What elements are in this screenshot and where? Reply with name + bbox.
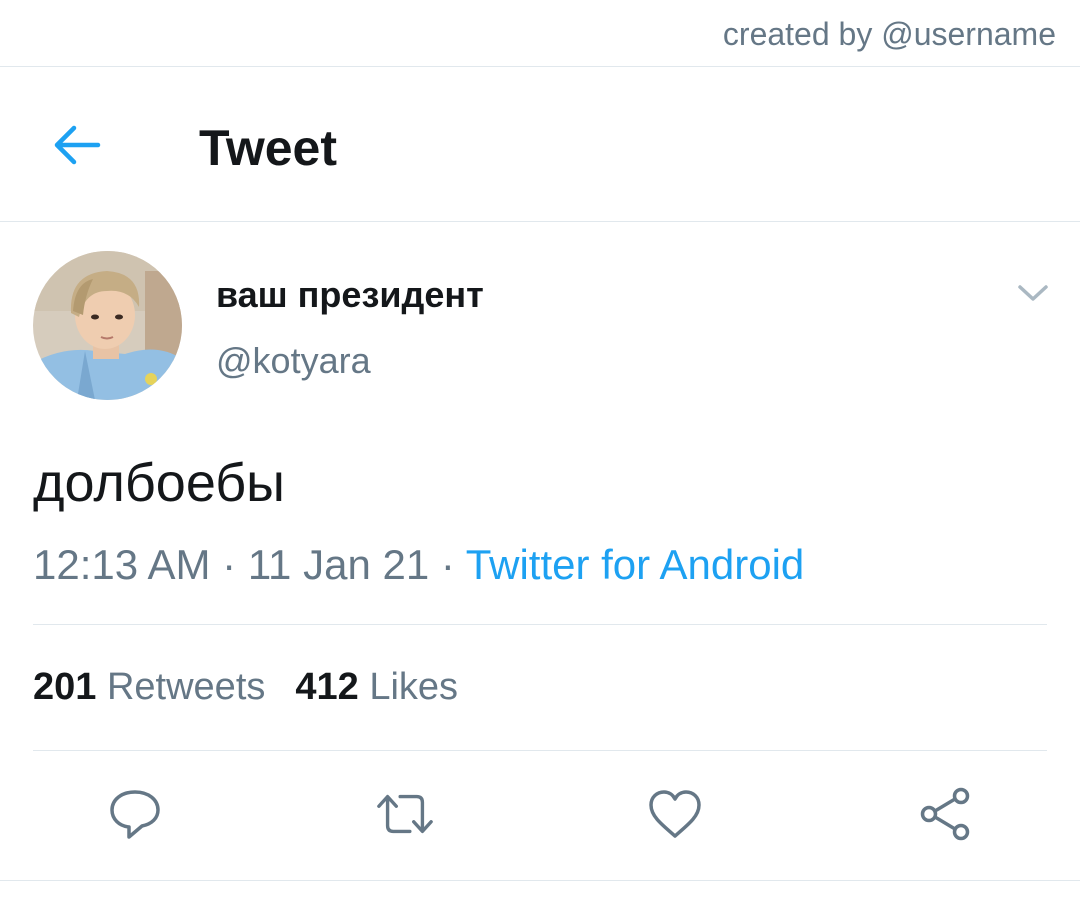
avatar[interactable] [33, 251, 182, 400]
meta-separator: · [440, 541, 455, 588]
tweet-text: долбоебы [33, 453, 285, 513]
display-name[interactable]: ваш президент [216, 274, 484, 316]
divider [0, 880, 1080, 881]
arrow-left-icon [54, 125, 101, 165]
chevron-down-icon [1018, 285, 1048, 301]
divider [33, 624, 1047, 625]
retweets-label: Retweets [106, 666, 266, 708]
share-button[interactable] [915, 784, 975, 844]
like-icon [649, 790, 701, 838]
tweet-meta: 12:13 AM · 11 Jan 21 · Twitter for Andro… [33, 541, 804, 589]
meta-separator: · [222, 541, 237, 588]
page-title: Tweet [199, 120, 337, 176]
retweet-button[interactable] [375, 784, 435, 844]
reply-button[interactable] [105, 784, 165, 844]
retweet-icon [377, 794, 433, 834]
tweet-menu-button[interactable] [1010, 273, 1056, 313]
tweet-time: 12:13 AM [33, 541, 211, 588]
user-handle[interactable]: @kotyara [216, 340, 371, 382]
top-app-bar: Tweet [0, 67, 1080, 222]
share-icon [920, 787, 970, 841]
credit-text: created by @username [722, 16, 1056, 52]
divider [33, 750, 1047, 751]
reply-icon [110, 790, 160, 839]
like-button[interactable] [645, 784, 705, 844]
tweet-source-link[interactable]: Twitter for Android [466, 541, 804, 588]
likes-label: Likes [369, 666, 459, 708]
likes-count: 412 [295, 666, 359, 708]
likes-stat[interactable]: 412 Likes [295, 666, 458, 708]
tweet-stats: 201 Retweets 412 Likes [33, 666, 458, 709]
retweets-stat[interactable]: 201 Retweets [33, 666, 265, 708]
credit-bar: created by @username [0, 0, 1080, 67]
back-button[interactable] [46, 117, 108, 173]
avatar-image [33, 251, 182, 400]
tweet-date: 11 Jan 21 [247, 541, 430, 588]
retweets-count: 201 [33, 666, 97, 708]
